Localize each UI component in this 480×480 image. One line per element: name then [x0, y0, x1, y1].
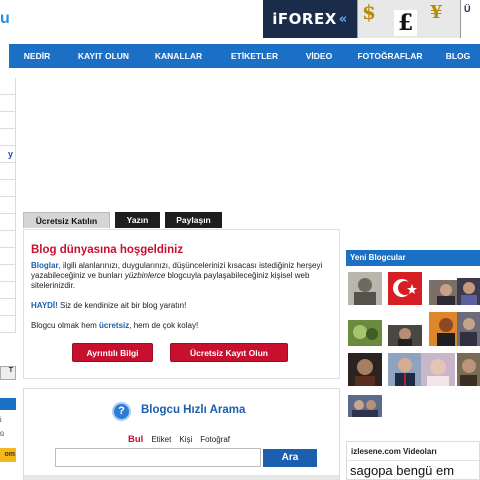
- blogger-avatar[interactable]: [421, 353, 455, 386]
- ad-right-text[interactable]: Ü: [461, 0, 480, 38]
- welcome-tabs: Ücretsiz Katılın Yazın Paylaşın: [23, 212, 222, 228]
- tab-yazin[interactable]: Yazın: [115, 212, 160, 228]
- ucretsiz-link[interactable]: ücretsiz: [99, 321, 129, 330]
- nav-item-kayit-olun[interactable]: KAYIT OLUN: [65, 44, 142, 68]
- avatar-image: [457, 278, 480, 305]
- sidebar-button[interactable]: T: [0, 366, 16, 380]
- search-type-options: Bul Etiket Kişi Fotoğraf: [128, 434, 230, 445]
- sidebar-item[interactable]: [0, 299, 16, 316]
- haydi-text: Siz de kendinize ait bir blog yaratın!: [57, 301, 187, 310]
- dollar-icon: $: [362, 0, 376, 24]
- video-link[interactable]: sagopa bengü em: [350, 463, 454, 478]
- quick-search-panel: ? Blogcu Hızlı Arama Bul Etiket Kişi Fot…: [23, 388, 340, 480]
- videos-divider: [347, 460, 479, 461]
- avatar-image: [388, 325, 422, 346]
- welcome-description: Bloglar, ilgili alanlarınızı, duyguların…: [31, 261, 331, 291]
- welcome-cta-line: HAYDİ! Siz de kendinize ait bir blog yar…: [31, 301, 186, 310]
- blogger-avatar[interactable]: [457, 353, 480, 386]
- details-button[interactable]: Ayrıntılı Bilgi: [72, 343, 153, 362]
- sidebar-item[interactable]: [0, 78, 16, 95]
- blogger-avatar[interactable]: [457, 278, 480, 305]
- ad-brand-text: iFOREX: [272, 10, 337, 28]
- avatar-image: [388, 272, 422, 305]
- welcome-easy-line: Blogcu olmak hem ücretsiz, hem de çok ko…: [31, 321, 198, 330]
- sidebar-item[interactable]: [0, 129, 16, 146]
- sidebar-yellow-link[interactable]: om: [0, 448, 16, 462]
- sidebar-text-fragment: ü: [0, 431, 4, 438]
- avatar-image: [388, 353, 422, 386]
- sidebar-item[interactable]: [0, 112, 16, 129]
- site-logo-fragment[interactable]: u: [0, 10, 10, 28]
- avatar-image: [348, 353, 382, 386]
- easy-prefix: Blogcu olmak hem: [31, 321, 100, 330]
- help-question-icon: ?: [112, 402, 131, 421]
- tab-ucretsiz-katilin[interactable]: Ücretsiz Katılın: [23, 212, 110, 228]
- bloglar-link[interactable]: Bloglar: [31, 261, 59, 270]
- nav-item-video[interactable]: VİDEO: [294, 44, 344, 68]
- sidebar-blue-header: [0, 398, 16, 410]
- nav-item-etiketler[interactable]: ETİKETLER: [215, 44, 294, 68]
- haydi-label: HAYDİ!: [31, 301, 58, 310]
- main-nav: NEDİR KAYIT OLUN KANALLAR ETİKETLER VİDE…: [0, 44, 480, 68]
- nav-item-fotograflar[interactable]: FOTOĞRAFLAR: [344, 44, 436, 68]
- tab-paylasin[interactable]: Paylaşın: [165, 212, 222, 228]
- nav-item-nedir[interactable]: NEDİR: [9, 44, 65, 68]
- nav-lead-gap: [0, 44, 9, 68]
- sidebar-item[interactable]: [0, 231, 16, 248]
- left-sidebar: y: [0, 78, 16, 333]
- easy-suffix: , hem de çok kolay!: [129, 321, 199, 330]
- avatar-image: [457, 353, 480, 386]
- sidebar-text-fragment: i: [0, 417, 2, 424]
- search-option-fotograf[interactable]: Fotoğraf: [200, 435, 230, 444]
- welcome-panel: Blog dünyasına hoşgeldiniz Bloglar, ilgi…: [23, 229, 340, 379]
- avatar-image: [348, 320, 382, 346]
- ad-currency-image[interactable]: $ £ ¥: [357, 0, 461, 38]
- avatar-image: [421, 353, 455, 386]
- sidebar-item[interactable]: [0, 282, 16, 299]
- sidebar-item[interactable]: [0, 95, 16, 112]
- avatar-image: [348, 272, 382, 305]
- free-register-button[interactable]: Ücretsiz Kayıt Olun: [170, 343, 288, 362]
- search-button[interactable]: Ara: [263, 449, 317, 467]
- blogger-avatar[interactable]: [348, 320, 382, 346]
- blogger-avatar[interactable]: [388, 353, 422, 386]
- search-input[interactable]: [55, 448, 261, 467]
- new-bloggers-header: Yeni Blogcular: [346, 250, 480, 266]
- blogger-avatar[interactable]: [348, 395, 382, 417]
- sidebar-item[interactable]: [0, 248, 16, 265]
- sidebar-item[interactable]: [0, 197, 16, 214]
- sidebar-item[interactable]: [0, 180, 16, 197]
- sidebar-item[interactable]: [0, 265, 16, 282]
- blogger-avatar[interactable]: [388, 272, 422, 305]
- ad-brand-logo[interactable]: iFOREX «: [263, 0, 357, 38]
- search-panel-footer: [24, 475, 339, 480]
- blogger-avatar[interactable]: [348, 272, 382, 305]
- search-option-bul[interactable]: Bul: [128, 434, 143, 445]
- sidebar-item-selected[interactable]: y: [0, 146, 16, 163]
- pound-icon: £: [394, 10, 418, 36]
- avatar-image: [348, 395, 382, 417]
- videos-title: izlesene.com Videoları: [351, 447, 437, 456]
- welcome-text-italic: yüzbinlerce: [124, 271, 166, 280]
- search-option-etiket[interactable]: Etiket: [151, 435, 171, 444]
- blogger-avatar[interactable]: [457, 312, 480, 346]
- sidebar-item[interactable]: [0, 163, 16, 180]
- nav-item-blog[interactable]: BLOG: [436, 44, 480, 68]
- ad-chevron-icon: «: [338, 11, 348, 27]
- blogger-avatar[interactable]: [388, 325, 422, 346]
- sidebar-item[interactable]: [0, 214, 16, 231]
- ad-banner[interactable]: iFOREX « $ £ ¥ Ü: [263, 0, 480, 38]
- videos-panel: izlesene.com Videoları sagopa bengü em: [346, 441, 480, 480]
- welcome-title: Blog dünyasına hoşgeldiniz: [31, 244, 184, 256]
- yen-icon: ¥: [430, 2, 443, 23]
- blogger-avatar[interactable]: [348, 353, 382, 386]
- search-title: Blogcu Hızlı Arama: [141, 404, 246, 416]
- avatar-image: [457, 312, 480, 346]
- search-option-kisi[interactable]: Kişi: [179, 435, 192, 444]
- nav-item-kanallar[interactable]: KANALLAR: [142, 44, 215, 68]
- sidebar-item[interactable]: [0, 316, 16, 333]
